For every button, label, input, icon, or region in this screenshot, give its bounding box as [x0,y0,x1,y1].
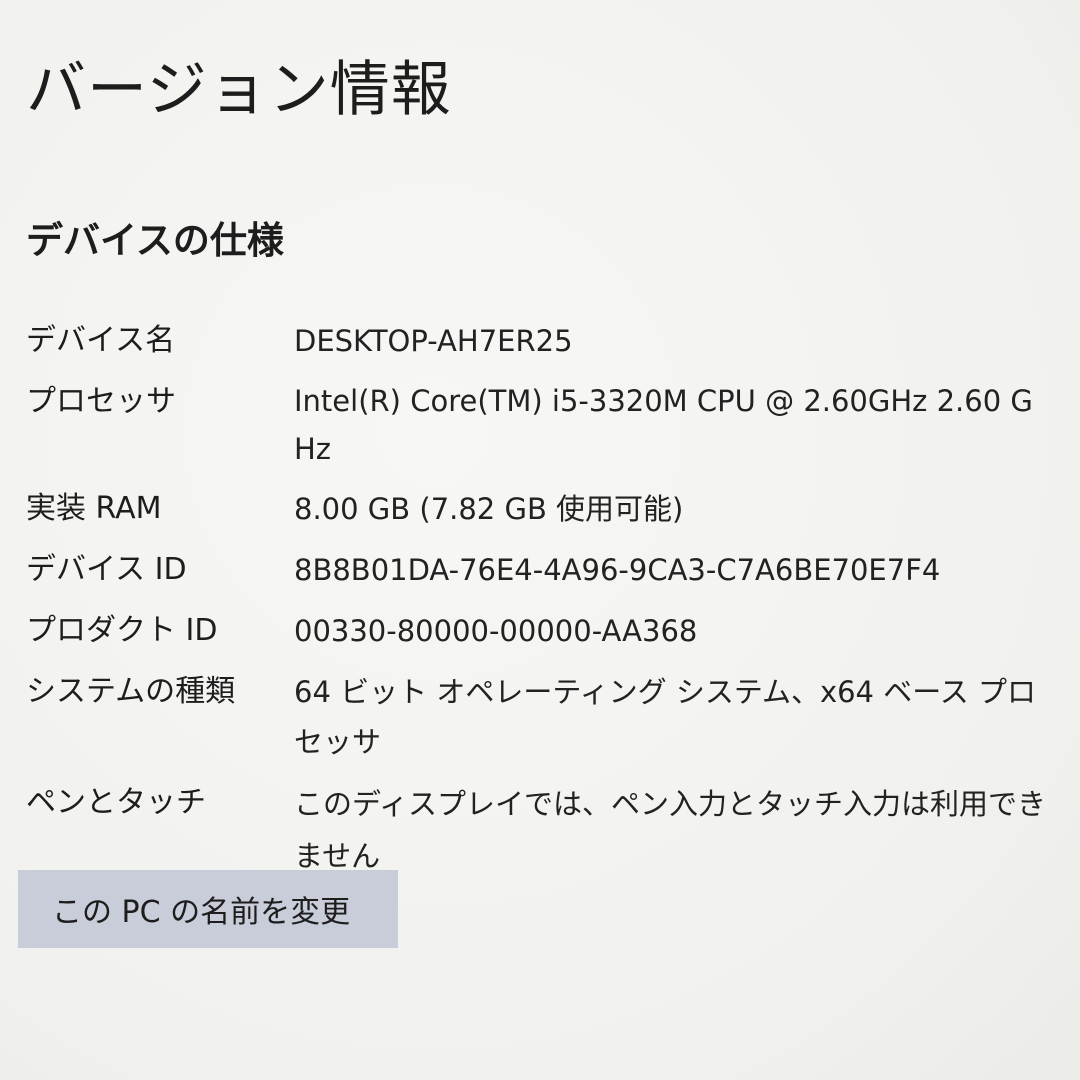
device-specs-heading: デバイスの仕様 [26,219,284,262]
spec-label-processor: プロセッサ [26,384,176,419]
spec-label-device-id: デバイス ID [26,552,187,587]
device-specs-list: デバイス名 DESKTOP-AH7ER25 プロセッサ Intel(R) Cor… [26,316,1066,882]
spec-row-ram: 実装 RAM 8.00 GB (7.82 GB 使用可能) [26,484,1066,534]
about-page: バージョン情報 デバイスの仕様 デバイス名 DESKTOP-AH7ER25 プロ… [0,0,1080,1080]
spec-value-device-name: DESKTOP-AH7ER25 [294,324,573,358]
spec-label-system-type: システムの種類 [26,674,236,709]
spec-row-processor: プロセッサ Intel(R) Core(TM) i5-3320M CPU @ 2… [26,377,1066,473]
spec-value-pen-touch: このディスプレイでは、ペン入力とタッチ入力は利用できません [294,787,1046,873]
spec-label-pen-touch: ペンとタッチ [26,785,206,820]
spec-value-device-id: 8B8B01DA-76E4-4A96-9CA3-C7A6BE70E7F4 [294,553,941,587]
spec-row-device-id: デバイス ID 8B8B01DA-76E4-4A96-9CA3-C7A6BE70… [26,545,1066,595]
spec-label-product-id: プロダクト ID [26,613,218,648]
spec-value-product-id: 00330-80000-00000-AA368 [294,614,698,648]
rename-pc-button[interactable]: この PC の名前を変更 [18,870,398,948]
spec-value-processor: Intel(R) Core(TM) i5-3320M CPU @ 2.60GHz… [294,384,1033,466]
spec-label-device-name: デバイス名 [26,323,176,358]
spec-value-ram: 8.00 GB (7.82 GB 使用可能) [294,492,684,526]
spec-label-ram: 実装 RAM [26,491,162,526]
spec-row-device-name: デバイス名 DESKTOP-AH7ER25 [26,316,1066,366]
spec-row-system-type: システムの種類 64 ビット オペレーティング システム、x64 ベース プロセ… [26,667,1066,767]
spec-value-system-type: 64 ビット オペレーティング システム、x64 ベース プロセッサ [294,675,1036,759]
spec-row-product-id: プロダクト ID 00330-80000-00000-AA368 [26,606,1066,656]
page-title: バージョン情報 [26,55,452,125]
spec-row-pen-touch: ペンとタッチ このディスプレイでは、ペン入力とタッチ入力は利用できません [26,778,1066,882]
